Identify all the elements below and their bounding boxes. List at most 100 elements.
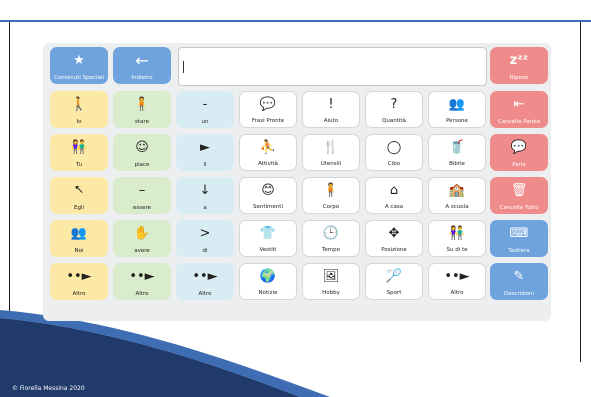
symbol-cell-il[interactable]: ► il — [176, 134, 234, 171]
symbol-cell-persone[interactable]: 👥 Persone — [428, 91, 486, 128]
slide-top-bar — [0, 0, 591, 22]
symbol-label: Utensili — [320, 160, 342, 167]
speak-icon: 💬 — [510, 140, 528, 156]
more-icon: ••► — [66, 269, 92, 285]
special-content-button[interactable]: ★ Contenuti Speciali — [50, 47, 108, 84]
message-bar[interactable] — [178, 47, 487, 86]
symbol-cell-descrizioni[interactable]: ✎ Descrizioni — [490, 263, 548, 300]
symbol-label: Bibite — [449, 160, 465, 167]
symbol-label: A casa — [384, 203, 404, 210]
symbol-cell-aiuto[interactable]: ! Aiuto — [302, 91, 360, 128]
of-icon: > — [199, 226, 211, 242]
more-icon: ••► — [192, 269, 218, 285]
sport-icon: 🏸 — [385, 269, 403, 285]
symbol-cell-bibite[interactable]: 🥤 Bibite — [428, 134, 486, 171]
symbol-cell-cancella-tutto[interactable]: 🗑 Cancella Tutto — [490, 177, 548, 214]
stand-icon: 🧍 — [133, 97, 151, 113]
more-icon: ••► — [129, 269, 155, 285]
symbol-cell-noi[interactable]: 👥 Noi — [50, 220, 108, 257]
sleep-button[interactable]: zᶻᶻ Riposo — [490, 47, 548, 84]
symbol-label: Cancella Parola — [497, 118, 541, 125]
symbol-label: un — [201, 118, 209, 125]
delete-word-icon: ⇤ — [513, 97, 525, 113]
symbol-cell-utensili[interactable]: 🍴 Utensili — [302, 134, 360, 171]
school-icon: 🏫 — [448, 183, 466, 199]
symbol-label: Sport — [386, 289, 402, 296]
symbol-cell-a-casa[interactable]: ⌂ A casa — [365, 177, 423, 214]
symbol-cell-frasi-pronte[interactable]: 💬 Frasi Pronte — [239, 91, 297, 128]
symbol-label: Parla — [512, 161, 526, 168]
be-icon: – — [138, 183, 146, 199]
symbol-cell-essere[interactable]: – essere — [113, 177, 171, 214]
symbol-label: Tempo — [321, 246, 341, 253]
star-icon: ★ — [73, 53, 85, 69]
we-icon: 👥 — [70, 226, 88, 242]
symbol-label: di — [202, 247, 208, 254]
symbol-cell-stare[interactable]: 🧍 stare — [113, 91, 171, 128]
symbol-cell-altro[interactable]: ••► Altro — [428, 263, 486, 300]
symbol-label: Cibo — [387, 160, 401, 167]
text-caret — [183, 61, 184, 73]
symbol-label: Egli — [73, 204, 85, 211]
symbol-cell-vestiti[interactable]: 👕 Vestiti — [239, 220, 297, 257]
symbol-cell-su-di-te[interactable]: 👫 Su di te — [428, 220, 486, 257]
symbol-label: Altro — [450, 289, 464, 296]
symbol-label: Frasi Pronte — [251, 117, 285, 124]
feelings-icon: 😊 — [261, 183, 275, 199]
symbol-cell-altro[interactable]: ••► Altro — [176, 263, 234, 300]
symbol-label: Attività — [258, 160, 278, 167]
symbol-label: Sentimenti — [253, 203, 283, 210]
plate-icon: ◯ — [386, 140, 402, 156]
symbol-cell-a-scuola[interactable]: 🏫 A scuola — [428, 177, 486, 214]
symbol-label: A scuola — [445, 203, 469, 210]
symbol-cell-posizione[interactable]: ✥ Posizione — [365, 220, 423, 257]
dash-icon: - — [202, 97, 208, 113]
symbol-cell-corpo[interactable]: 🧍 Corpo — [302, 177, 360, 214]
copyright-text: © Fiorella Messina 2020 — [12, 385, 85, 392]
symbol-cell-tu[interactable]: 👫 Tu — [50, 134, 108, 171]
clock-icon: 🕒 — [322, 226, 340, 242]
symbol-label: essere — [132, 204, 152, 211]
symbol-cell-notizie[interactable]: 🌍 Notizie — [239, 263, 297, 300]
symbol-cell-a[interactable]: ↓ a — [176, 177, 234, 214]
position-icon: ✥ — [388, 226, 400, 242]
clothes-icon: 👕 — [259, 226, 277, 242]
symbol-cell-sentimenti[interactable]: 😊 Sentimenti — [239, 177, 297, 214]
back-button[interactable]: ← Indietro — [113, 47, 171, 84]
symbol-label: Persone — [446, 117, 468, 124]
symbol-label: Noi — [74, 247, 84, 254]
sleep-label: Riposo — [509, 74, 529, 81]
symbol-cell-un[interactable]: - un — [176, 91, 234, 128]
home-icon: ⌂ — [389, 183, 399, 199]
symbol-cell-tempo[interactable]: 🕒 Tempo — [302, 220, 360, 257]
symbol-cell-sport[interactable]: 🏸 Sport — [365, 263, 423, 300]
drink-icon: 🥤 — [448, 140, 466, 156]
symbol-label: Io — [76, 118, 82, 125]
symbol-cell-egli[interactable]: ⭦ Egli — [50, 177, 108, 214]
back-arrow-icon: ← — [135, 50, 149, 70]
symbol-cell-di[interactable]: > di — [176, 220, 234, 257]
symbol-cell-quantità[interactable]: ? Quantità — [365, 91, 423, 128]
symbol-cell-io[interactable]: 🚶 Io — [50, 91, 108, 128]
symbol-cell-attività[interactable]: ⛹ Attività — [239, 134, 297, 171]
arrow-right-icon: ► — [200, 140, 210, 156]
he-icon: ⭦ — [74, 183, 84, 199]
symbol-label: Cancella Tutto — [499, 204, 539, 211]
keyboard-icon: ⌨ — [509, 226, 529, 242]
symbol-label: piace — [134, 161, 150, 168]
hobby-icon: 🖼 — [322, 269, 340, 285]
symbol-cell-altro[interactable]: ••► Altro — [50, 263, 108, 300]
symbol-cell-piace[interactable]: ☺ piace — [113, 134, 171, 171]
symbol-cell-altro[interactable]: ••► Altro — [113, 263, 171, 300]
symbol-cell-parla[interactable]: 💬 Parla — [490, 134, 548, 171]
symbol-cell-tastiera[interactable]: ⌨ Tastiera — [490, 220, 548, 257]
symbol-label: Altro — [72, 290, 86, 297]
symbol-cell-hobby[interactable]: 🖼 Hobby — [302, 263, 360, 300]
symbol-label: Vestiti — [259, 246, 277, 253]
symbol-cell-cibo[interactable]: ◯ Cibo — [365, 134, 423, 171]
symbol-cell-cancella-parola[interactable]: ⇤ Cancella Parola — [490, 91, 548, 128]
symbol-cell-avere[interactable]: ✋ avere — [113, 220, 171, 257]
symbol-label: il — [203, 161, 207, 168]
activity-icon: ⛹ — [259, 140, 277, 156]
symbol-label: Aiuto — [323, 117, 339, 124]
